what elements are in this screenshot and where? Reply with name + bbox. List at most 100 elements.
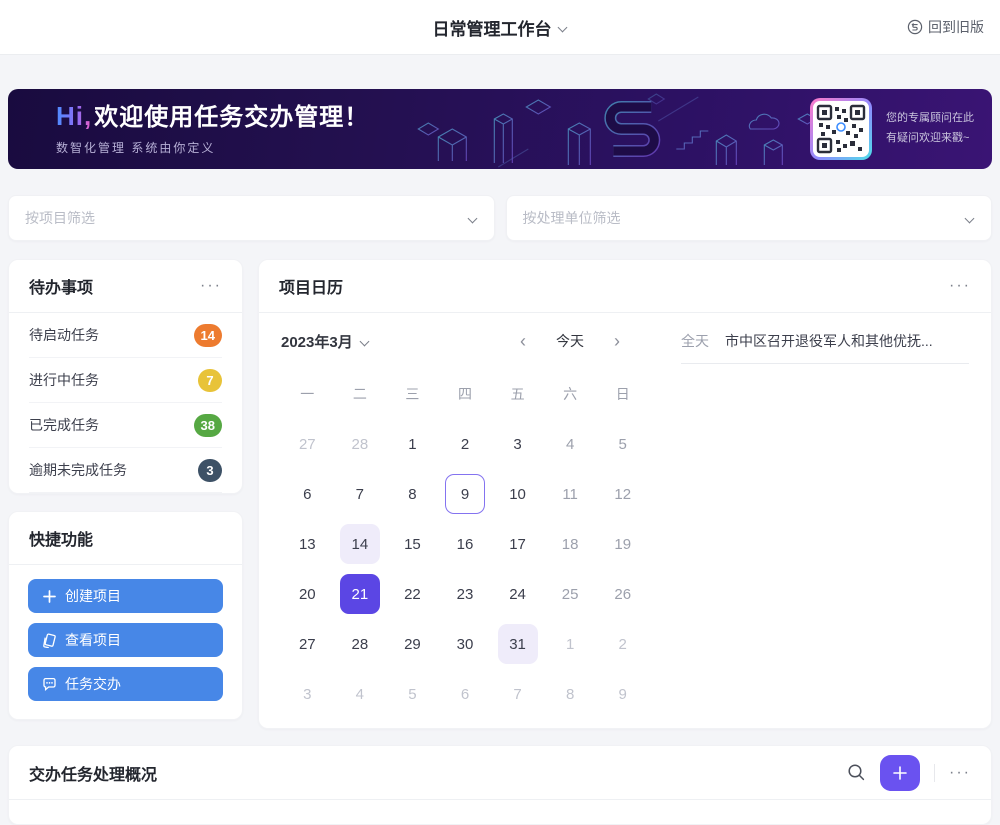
next-month-button[interactable]: › <box>614 332 620 350</box>
calendar-day-9[interactable]: 9 <box>603 674 643 714</box>
month-selector[interactable]: 2023年3月 <box>281 331 459 352</box>
calendar-day-6[interactable]: 6 <box>287 474 327 514</box>
todo-item-1[interactable]: 进行中任务7 <box>29 358 222 403</box>
quick-action-label: 查看项目 <box>65 630 121 650</box>
workspace-switcher[interactable]: 日常管理工作台 <box>433 15 568 40</box>
calendar-day-14[interactable]: 14 <box>340 524 380 564</box>
calendar-day-12[interactable]: 12 <box>603 474 643 514</box>
calendar-cell: 9 <box>596 669 649 719</box>
today-button[interactable]: 今天 <box>556 331 584 351</box>
calendar-day-26[interactable]: 26 <box>603 574 643 614</box>
search-button[interactable] <box>847 763 866 782</box>
calendar-day-24[interactable]: 24 <box>498 574 538 614</box>
calendar-day-11[interactable]: 11 <box>550 474 590 514</box>
quick-action-2[interactable]: 任务交办 <box>28 667 223 701</box>
todo-count-badge: 38 <box>194 414 222 437</box>
quick-action-0[interactable]: 创建项目 <box>28 579 223 613</box>
project-filter-select[interactable]: 按项目筛选 <box>8 195 495 241</box>
qr-caption-line2: 有疑问欢迎来戳~ <box>886 129 974 149</box>
calendar-day-4[interactable]: 4 <box>550 424 590 464</box>
calendar-cell: 5 <box>386 669 439 719</box>
todo-item-3[interactable]: 逾期未完成任务3 <box>29 448 222 493</box>
calendar-cell: 31 <box>491 619 544 669</box>
quick-action-label: 任务交办 <box>65 674 121 694</box>
unit-filter-select[interactable]: 按处理单位筛选 <box>506 195 993 241</box>
calendar-cell: 4 <box>544 419 597 469</box>
prev-month-button[interactable]: ‹ <box>520 332 526 350</box>
calendar-day-13[interactable]: 13 <box>287 524 327 564</box>
calendar-day-8[interactable]: 8 <box>392 474 432 514</box>
calendar-cell: 2 <box>596 619 649 669</box>
todo-count-badge: 7 <box>198 369 222 392</box>
calendar-day-8[interactable]: 8 <box>550 674 590 714</box>
calendar-day-29[interactable]: 29 <box>392 624 432 664</box>
calendar-day-18[interactable]: 18 <box>550 524 590 564</box>
qr-caption: 您的专属顾问在此 有疑问欢迎来戳~ <box>886 109 974 149</box>
calendar-day-6[interactable]: 6 <box>445 674 485 714</box>
qr-caption-line1: 您的专属顾问在此 <box>886 109 974 129</box>
quick-action-label: 创建项目 <box>65 586 121 606</box>
calendar-day-3[interactable]: 3 <box>287 674 327 714</box>
chevron-down-icon <box>965 213 975 223</box>
calendar-cell: 10 <box>491 469 544 519</box>
todo-item-2[interactable]: 已完成任务38 <box>29 403 222 448</box>
calendar-day-2[interactable]: 2 <box>603 624 643 664</box>
weekday-label: 五 <box>491 377 544 411</box>
more-icon[interactable]: ··· <box>949 765 971 781</box>
calendar-day-28[interactable]: 28 <box>340 624 380 664</box>
weekday-label: 二 <box>334 377 387 411</box>
restore-icon <box>907 19 923 35</box>
todo-item-label: 逾期未完成任务 <box>29 460 127 480</box>
calendar-day-2[interactable]: 2 <box>445 424 485 464</box>
calendar-day-9[interactable]: 9 <box>445 474 485 514</box>
calendar-cell: 27 <box>281 419 334 469</box>
calendar-day-21[interactable]: 21 <box>340 574 380 614</box>
calendar-day-4[interactable]: 4 <box>340 674 380 714</box>
calendar-day-31[interactable]: 31 <box>498 624 538 664</box>
more-icon[interactable]: ··· <box>949 278 971 294</box>
calendar-day-22[interactable]: 22 <box>392 574 432 614</box>
more-icon[interactable]: ··· <box>200 278 222 294</box>
weekday-label: 四 <box>439 377 492 411</box>
calendar-cell: 1 <box>544 619 597 669</box>
top-header: 日常管理工作台 回到旧版 <box>0 0 1000 55</box>
weekday-label: 日 <box>596 377 649 411</box>
calendar-cell: 3 <box>491 419 544 469</box>
calendar-day-7[interactable]: 7 <box>498 674 538 714</box>
calendar-cell: 29 <box>386 619 439 669</box>
calendar-day-28[interactable]: 28 <box>340 424 380 464</box>
calendar-day-5[interactable]: 5 <box>392 674 432 714</box>
banner-subtitle: 数智化管理 系统由你定义 <box>56 139 369 156</box>
todo-item-0[interactable]: 待启动任务14 <box>29 313 222 358</box>
calendar-cell: 14 <box>334 519 387 569</box>
calendar-cell: 15 <box>386 519 439 569</box>
calendar-day-10[interactable]: 10 <box>498 474 538 514</box>
calendar-event-item[interactable]: 全天 市中区召开退役军人和其他优抚... <box>681 319 969 364</box>
calendar-day-1[interactable]: 1 <box>392 424 432 464</box>
calendar-cell: 9 <box>439 469 492 519</box>
calendar-day-17[interactable]: 17 <box>498 524 538 564</box>
calendar-day-23[interactable]: 23 <box>445 574 485 614</box>
calendar-day-27[interactable]: 27 <box>287 624 327 664</box>
add-task-button[interactable] <box>880 755 920 791</box>
calendar-day-30[interactable]: 30 <box>445 624 485 664</box>
calendar-day-27[interactable]: 27 <box>287 424 327 464</box>
quick-action-1[interactable]: 查看项目 <box>28 623 223 657</box>
calendar-day-25[interactable]: 25 <box>550 574 590 614</box>
calendar-day-7[interactable]: 7 <box>340 474 380 514</box>
banner-greeting-text: 欢迎使用任务交办管理！ <box>94 104 369 131</box>
isometric-decoration <box>402 89 855 169</box>
todo-item-label: 待启动任务 <box>29 325 99 345</box>
calendar-day-20[interactable]: 20 <box>287 574 327 614</box>
back-to-old-version-link[interactable]: 回到旧版 <box>907 0 984 54</box>
divider <box>934 764 935 782</box>
calendar-day-3[interactable]: 3 <box>498 424 538 464</box>
calendar-day-5[interactable]: 5 <box>603 424 643 464</box>
calendar-day-15[interactable]: 15 <box>392 524 432 564</box>
calendar-day-19[interactable]: 19 <box>603 524 643 564</box>
calendar-day-1[interactable]: 1 <box>550 624 590 664</box>
calendar-day-16[interactable]: 16 <box>445 524 485 564</box>
weekday-label: 六 <box>544 377 597 411</box>
quick-card-title: 快捷功能 <box>29 526 93 550</box>
weekday-header-row: 一二三四五六日 <box>281 377 649 411</box>
